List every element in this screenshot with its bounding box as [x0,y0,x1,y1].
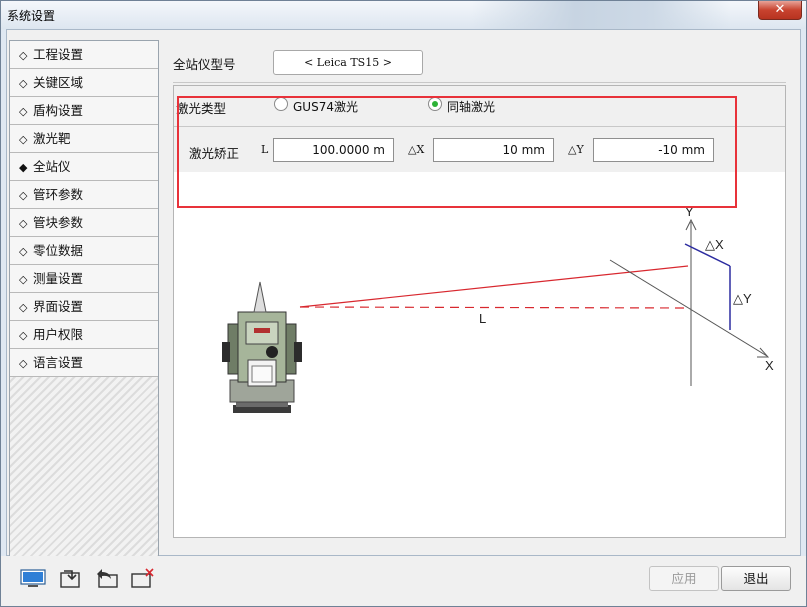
sidebar-item-ui-settings[interactable]: ◇ 界面设置 [10,293,158,321]
client-area: ◇ 工程设置 ◇ 关键区域 ◇ 盾构设置 ◇ 激光靶 ◆ 全站仪 ◇ 管环参数 ◇ 管块参数 … [6,29,801,557]
apply-button[interactable]: 应用 [649,566,719,591]
sidebar-item-user-permissions[interactable]: ◇ 用户权限 [10,321,158,349]
diamond-icon: ◇ [19,273,28,286]
highlight-box [177,96,737,208]
diamond-icon: ◇ [19,217,28,230]
diamond-filled-icon: ◆ [19,161,28,174]
sidebar-item-label: 关键区域 [33,75,84,90]
title-bar-background [471,1,731,29]
sidebar-item-language[interactable]: ◇ 语言设置 [10,349,158,377]
sidebar-item-ring-params[interactable]: ◇ 管环参数 [10,181,158,209]
exit-button[interactable]: 退出 [721,566,791,591]
divider [173,82,786,83]
sidebar-item-project-settings[interactable]: ◇ 工程设置 [10,41,158,69]
diamond-icon: ◇ [19,329,28,342]
model-label: 全站仪型号 [173,57,236,72]
bottom-toolbar: 应用 退出 [1,556,806,606]
sidebar-item-laser-target[interactable]: ◇ 激光靶 [10,125,158,153]
sidebar-item-label: 语言设置 [33,355,84,370]
sidebar-item-shield-settings[interactable]: ◇ 盾构设置 [10,97,158,125]
diamond-icon: ◇ [19,301,28,314]
total-station-icon [222,281,302,413]
x-axis-label: X [765,358,774,373]
window-title: 系统设置 [7,9,56,23]
sidebar-item-measure-settings[interactable]: ◇ 测量设置 [10,265,158,293]
diamond-icon: ◇ [19,49,28,62]
settings-window: 系统设置 ✕ ◇ 工程设置 ◇ 关键区域 ◇ 盾构设置 ◇ 激光靶 ◆ 全站仪 ◇ 管环参数… [0,0,807,607]
total-station-panel: 全站仪型号 < Leica TS15 > 激光类型 GUS74激光 同轴激光 激… [170,40,786,540]
import-icon[interactable] [58,567,84,589]
sidebar-item-label: 激光靶 [33,131,71,146]
close-icon: ✕ [774,2,786,17]
sidebar-item-segment-params[interactable]: ◇ 管块参数 [10,209,158,237]
sidebar-item-label: 用户权限 [33,327,84,342]
dy-diagram-label: △Y [733,291,752,306]
reference-line [299,306,689,309]
model-selector-button[interactable]: < Leica TS15 > [273,50,423,75]
sidebar-item-label: 界面设置 [33,299,84,314]
diamond-icon: ◇ [19,77,28,90]
sidebar-item-label: 工程设置 [33,47,84,62]
title-bar[interactable]: 系统设置 ✕ [1,1,806,29]
dx-diagram-label: △X [705,237,724,252]
distance-l-label: L [479,311,486,326]
sidebar-item-total-station[interactable]: ◆ 全站仪 [10,153,158,181]
diamond-icon: ◇ [19,357,28,370]
diamond-icon: ◇ [19,245,28,258]
sidebar-item-label: 全站仪 [33,159,71,174]
diamond-icon: ◇ [19,189,28,202]
sidebar-item-label: 管块参数 [33,215,84,230]
clear-icon[interactable] [129,567,155,589]
sidebar-item-key-area[interactable]: ◇ 关键区域 [10,69,158,97]
sidebar-item-zero-data[interactable]: ◇ 零位数据 [10,237,158,265]
sidebar: ◇ 工程设置 ◇ 关键区域 ◇ 盾构设置 ◇ 激光靶 ◆ 全站仪 ◇ 管环参数 ◇ 管块参数 … [9,40,159,557]
sidebar-item-label: 盾构设置 [33,103,84,118]
monitor-icon[interactable] [20,567,46,589]
sidebar-item-label: 测量设置 [33,271,84,286]
undo-icon[interactable] [94,567,120,589]
sidebar-item-label: 零位数据 [33,243,84,258]
laser-geometry-diagram: L Y X △X △Y [222,204,774,413]
diamond-icon: ◇ [19,105,28,118]
sidebar-item-label: 管环参数 [33,187,84,202]
diamond-icon: ◇ [19,133,28,146]
close-button[interactable]: ✕ [758,1,802,20]
